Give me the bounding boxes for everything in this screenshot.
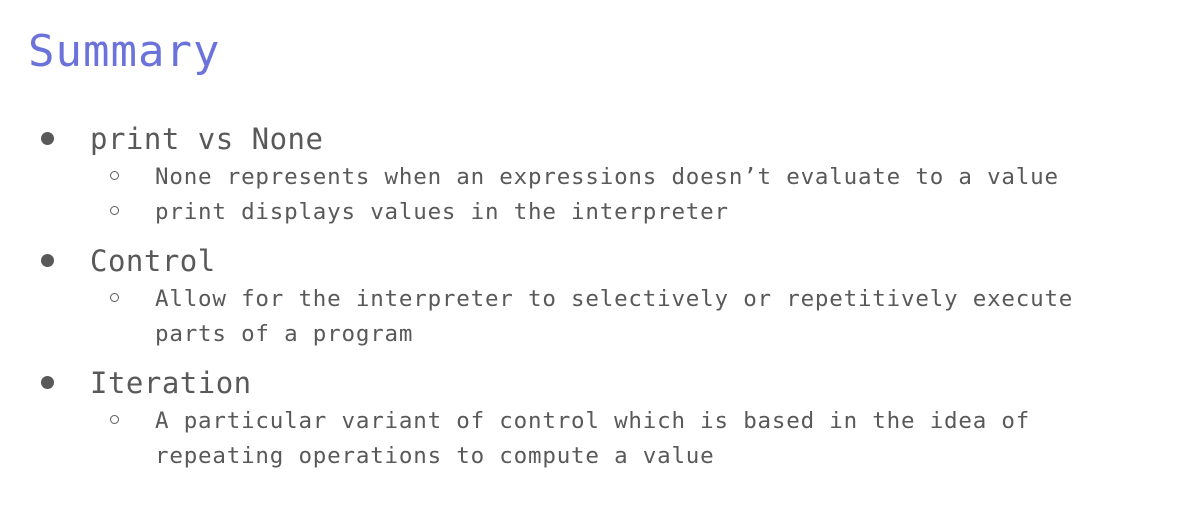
sub-bullet-text: print displays values in the interpreter [155,199,729,225]
hollow-bullet-icon [110,171,119,180]
bullet-iteration: Iteration A particular variant of contro… [0,362,1191,474]
sub-bullet-list: A particular variant of control which is… [0,404,1191,474]
sub-bullet-list: None represents when an expressions does… [0,160,1191,230]
hollow-bullet-icon [110,415,119,424]
filled-bullet-icon [41,254,54,267]
bullet-print-vs-none: print vs None None represents when an ex… [0,118,1191,230]
hollow-bullet-icon [110,206,119,215]
sub-bullet-item: print displays values in the interpreter [0,195,1191,230]
bullet-control: Control Allow for the interpreter to sel… [0,240,1191,352]
sub-bullet-item: Allow for the interpreter to selectively… [0,282,1191,352]
sub-bullet-text: Allow for the interpreter to selectively… [155,286,1074,347]
hollow-bullet-icon [110,293,119,302]
bullet-label: print vs None [90,122,324,156]
slide-title: Summary [28,26,221,77]
bullet-label: Control [90,244,216,278]
sub-bullet-item: A particular variant of control which is… [0,404,1191,474]
sub-bullet-item: None represents when an expressions does… [0,160,1191,195]
filled-bullet-icon [41,376,54,389]
sub-bullet-list: Allow for the interpreter to selectively… [0,282,1191,352]
bullet-label: Iteration [90,366,252,400]
sub-bullet-text: A particular variant of control which is… [155,408,1031,469]
sub-bullet-text: None represents when an expressions does… [155,164,1059,190]
filled-bullet-icon [41,132,54,145]
summary-bullet-list: print vs None None represents when an ex… [0,118,1191,474]
